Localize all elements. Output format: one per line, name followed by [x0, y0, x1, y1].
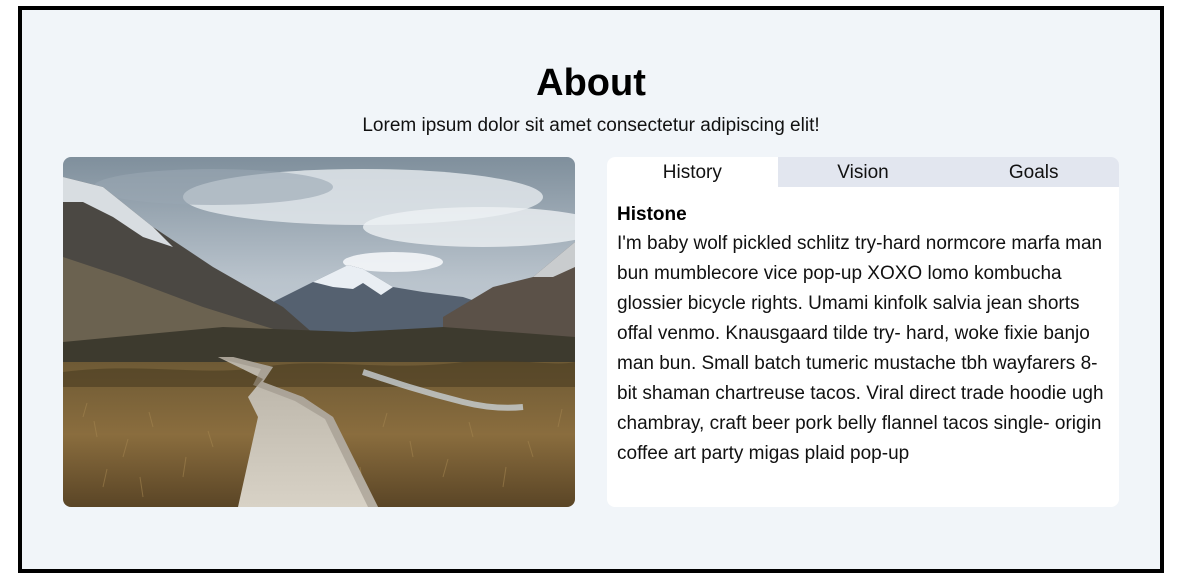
panel-text: I'm baby wolf pickled schlitz try-hard n… [617, 233, 1104, 464]
tab-vision[interactable]: Vision [778, 157, 949, 187]
tab-goals[interactable]: Goals [948, 157, 1119, 187]
landscape-illustration [63, 157, 575, 507]
about-section: About Lorem ipsum dolor sit amet consect… [18, 6, 1164, 573]
about-tabs: History Vision Goals Histone I'm baby wo… [607, 157, 1119, 507]
section-title: About [536, 62, 646, 104]
tab-panel: Histone I'm baby wolf pickled schlitz tr… [607, 187, 1119, 469]
landscape-image [63, 157, 575, 507]
section-subtitle: Lorem ipsum dolor sit amet consectetur a… [362, 115, 820, 136]
panel-heading: Histone [617, 204, 687, 225]
tab-bar: History Vision Goals [607, 157, 1119, 187]
tab-history[interactable]: History [607, 157, 778, 187]
